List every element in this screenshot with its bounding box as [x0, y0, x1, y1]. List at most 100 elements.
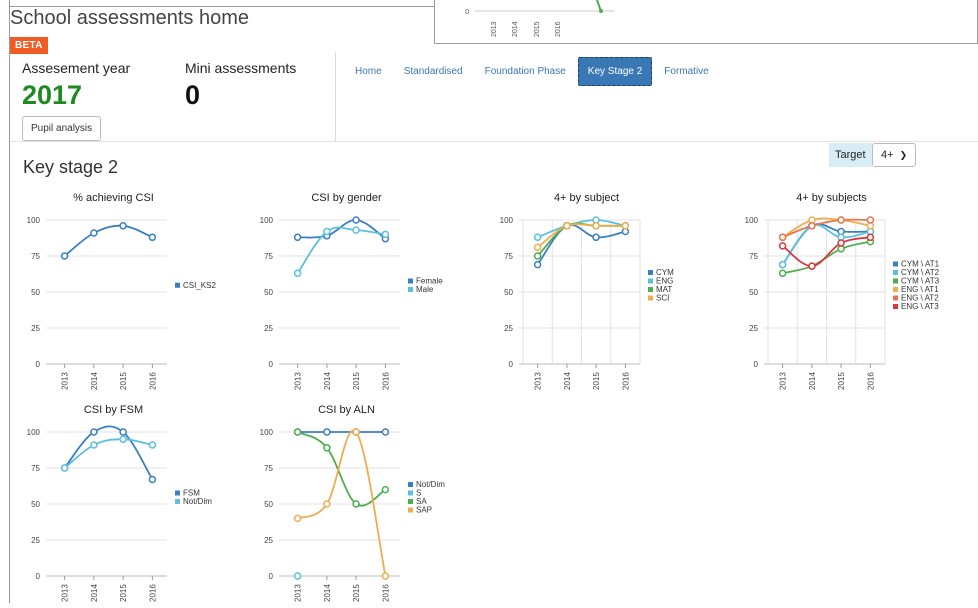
y-tick-label: 0 [269, 572, 274, 581]
tab-foundation-phase[interactable]: Foundation Phase [475, 57, 576, 86]
overlay-x-tick: 2014 [512, 21, 519, 37]
chart-4plus-by-subjects: 4+ by subjects 0 25 50 75 100 2013 2014 2015 2016… [740, 186, 965, 396]
data-point [778, 242, 787, 250]
tab-standardised[interactable]: Standardised [394, 57, 473, 86]
overlapping-chart-window: 0 2013 2014 2015 2016 [434, 0, 978, 44]
x-tick-label: 2013 [61, 372, 70, 390]
data-point [837, 239, 845, 247]
x-tick-label: 2015 [352, 372, 361, 390]
chart-4plus-by-subject: 4+ by subject 0 25 50 75 100 2013 2014 2015 2016 C… [495, 186, 720, 396]
data-point [352, 216, 360, 224]
data-point [60, 252, 69, 260]
legend-swatch [893, 304, 898, 309]
chevron-down-icon: ❯ [899, 150, 908, 160]
data-point [778, 260, 787, 269]
pupil-analysis-button[interactable]: Pupil analysis [22, 116, 102, 141]
y-tick-label: 0 [36, 572, 41, 581]
chart-csi-by-fsm: CSI by FSM 0 25 50 75 100 2013 2014 2015 2016 FSM N… [22, 398, 247, 608]
y-tick-label: 100 [27, 216, 41, 225]
series-line [63, 425, 154, 480]
data-point [323, 227, 331, 236]
y-tick-label: 50 [264, 288, 273, 297]
legend-swatch [408, 499, 413, 504]
x-tick-label: 2015 [837, 372, 846, 390]
y-tick-label: 50 [31, 288, 40, 297]
legend-swatch [175, 490, 180, 496]
header-divider [335, 52, 336, 141]
x-tick-label: 2013 [294, 372, 303, 390]
data-point [866, 216, 875, 224]
x-tick-label: 2014 [90, 584, 99, 602]
y-tick-label: 0 [754, 360, 759, 369]
data-point [352, 500, 360, 508]
data-point [381, 428, 390, 436]
series-line [297, 429, 387, 577]
series-line [297, 219, 386, 240]
chart-svg: CSI by FSM02550751002013 2014 2015 2016FSMN… [27, 404, 213, 602]
y-tick-label: 100 [260, 216, 274, 225]
overlay-y-tick: 0 [465, 9, 469, 16]
tab-key-stage-2[interactable]: Key Stage 2 [577, 57, 653, 86]
y-tick-label: 75 [264, 464, 273, 473]
legend-swatch [408, 278, 413, 284]
data-point [563, 222, 571, 230]
data-point [381, 572, 390, 580]
legend-swatch [408, 490, 413, 496]
tab-formative[interactable]: Formative [654, 57, 718, 86]
data-point [533, 252, 542, 260]
legend-swatch [893, 287, 898, 292]
legend-swatch [175, 499, 180, 504]
chart-svg: CSI by ALN02550751002013 2014 2015 2016Not/… [260, 404, 446, 602]
legend-swatch [408, 287, 413, 292]
data-point [533, 260, 542, 269]
legend-label: CSI_KS2 [183, 281, 216, 290]
legend-swatch [893, 261, 898, 267]
x-tick-label: 2014 [323, 584, 332, 602]
x-tick-label: 2015 [119, 584, 128, 602]
tab-home[interactable]: Home [345, 57, 392, 86]
mini-assessments-value: 0 [185, 80, 201, 110]
x-tick-label: 2014 [808, 372, 817, 390]
legend-label: Not/Dim [183, 497, 212, 506]
y-tick-label: 25 [31, 324, 40, 333]
data-point [808, 222, 816, 230]
y-tick-label: 75 [31, 464, 40, 473]
chart-title: CSI by ALN [318, 404, 375, 416]
x-tick-label: 2016 [621, 372, 630, 390]
y-tick-label: 0 [36, 360, 41, 369]
x-tick-label: 2016 [148, 584, 157, 602]
y-tick-label: 50 [504, 288, 513, 297]
data-point [323, 428, 331, 436]
data-point [148, 475, 157, 484]
y-tick-label: 75 [749, 252, 758, 261]
y-tick-label: 100 [500, 216, 514, 225]
section-title: Key stage 2 [23, 157, 119, 177]
y-tick-label: 100 [260, 428, 274, 437]
data-point [837, 216, 845, 224]
overlay-x-tick: 2015 [534, 21, 541, 37]
data-point [119, 222, 127, 230]
legend-swatch [648, 295, 653, 301]
y-tick-label: 0 [509, 360, 514, 369]
data-point [866, 233, 875, 242]
legend-swatch [893, 270, 898, 275]
nav-tabs: Home Standardised Foundation Phase Key S… [345, 57, 721, 86]
x-tick-label: 2014 [90, 372, 99, 390]
legend-swatch [175, 282, 180, 288]
y-tick-label: 75 [504, 252, 513, 261]
y-tick-label: 75 [264, 252, 273, 261]
x-tick-label: 2014 [563, 372, 572, 390]
chart-svg: CSI by gender02550751002013 2014 2015 2016F… [260, 192, 444, 390]
data-point [381, 485, 390, 494]
data-point [90, 229, 98, 237]
legend-label: SCI [656, 294, 669, 303]
chart-csi-by-aln: CSI by ALN 0 25 50 75 100 2013 2014 2015 2016 Not/… [255, 398, 480, 608]
x-tick-label: 2015 [352, 584, 361, 602]
data-point [293, 269, 302, 278]
chart-csi-by-gender: CSI by gender 0 25 50 75 100 2013 2014 2015 2016 F… [255, 186, 480, 396]
chart-svg: 4+ by subjects 0 25 50 75 100 2013 2014 2015 2016… [745, 192, 940, 390]
target-select[interactable]: 4+ ❯ [872, 143, 917, 167]
target-label: Target [829, 143, 872, 167]
y-tick-label: 0 [269, 360, 274, 369]
x-tick-label: 2015 [119, 372, 128, 390]
